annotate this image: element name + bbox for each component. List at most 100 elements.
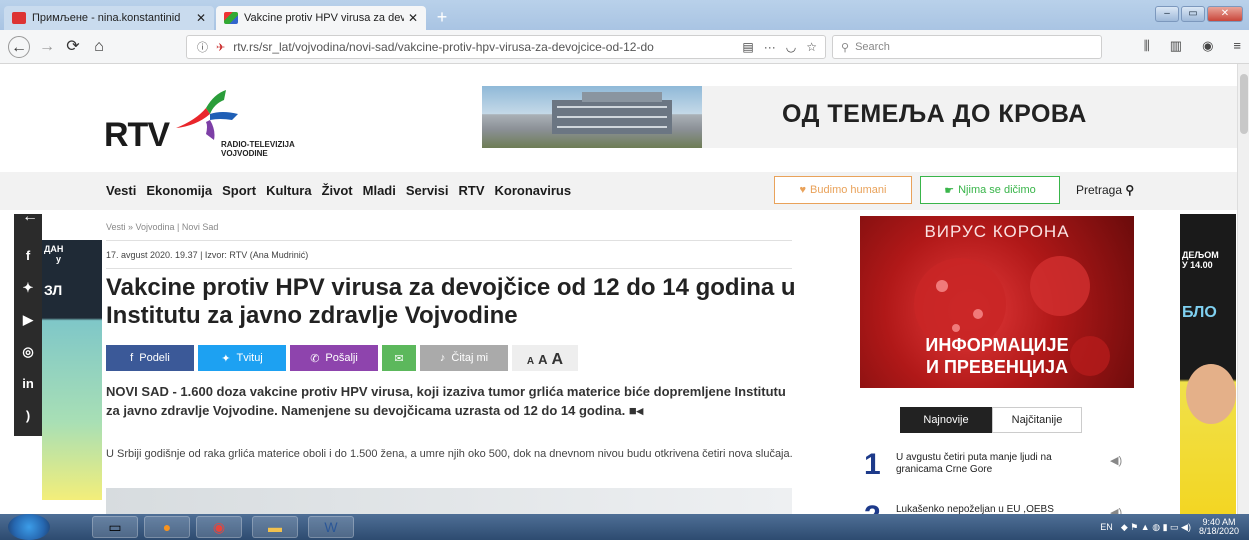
menu-item-ekonomija[interactable]: Ekonomija: [146, 183, 212, 198]
account-icon[interactable]: ◉: [1202, 38, 1213, 54]
menu-item-servisi[interactable]: Servisi: [406, 183, 449, 198]
read-aloud-button[interactable]: ♪ Čitaj mi: [420, 345, 508, 371]
menu-item-vesti[interactable]: Vesti: [106, 183, 136, 198]
tray-icons[interactable]: ◆ ⚑ ▲ ◍ ▮ ▭ ◀): [1121, 522, 1191, 533]
library-icon[interactable]: ⫼: [1144, 38, 1150, 54]
scrollbar-thumb[interactable]: [1240, 74, 1248, 134]
clock[interactable]: 9:40 AM 8/18/2020: [1199, 518, 1239, 536]
njima-se-dicimo-label: Njima se dičimo: [958, 184, 1036, 196]
main-menu: Vesti Ekonomija Sport Kultura Život Mlad…: [106, 183, 571, 198]
share-facebook-button[interactable]: f Podeli: [106, 345, 194, 371]
share-email-button[interactable]: ✉: [382, 345, 416, 371]
forward-icon[interactable]: →: [36, 36, 58, 58]
youtube-icon[interactable]: ▶: [14, 306, 42, 334]
menu-item-zivot[interactable]: Život: [322, 183, 353, 198]
article-lead-text: NOVI SAD - 1.600 doza vakcine protiv HPV…: [106, 384, 786, 418]
twitter-icon: ✦: [221, 352, 231, 365]
tab-inbox[interactable]: Примљене - nina.konstantinid ✕: [4, 6, 214, 30]
menu-item-kultura[interactable]: Kultura: [266, 183, 312, 198]
facebook-icon[interactable]: f: [14, 242, 42, 270]
clock-date: 8/18/2020: [1198, 526, 1239, 536]
back-arrow-icon[interactable]: ←: [22, 208, 38, 226]
news-title[interactable]: U avgustu četiri puta manje ljudi na gra…: [896, 452, 1086, 476]
banner-text: ОД ТЕМЕЉА ДО КРОВА: [782, 100, 1087, 128]
budimo-humani-label: Budimo humani: [810, 184, 887, 196]
rss-icon[interactable]: ): [14, 402, 42, 430]
tab-najnovije[interactable]: Najnovije: [900, 407, 992, 433]
file-explorer-icon[interactable]: ▭: [92, 516, 138, 538]
tab-article[interactable]: Vakcine protiv HPV virusa za dev ✕: [216, 6, 426, 30]
url-text[interactable]: rtv.rs/sr_lat/vojvodina/novi-sad/vakcine…: [233, 40, 703, 54]
maximize-icon[interactable]: ▭: [1181, 6, 1205, 22]
tab-najcitanije[interactable]: Najčitanije: [992, 407, 1082, 433]
share-viber-label: Pošalji: [325, 352, 358, 364]
njima-se-dicimo-button[interactable]: ☛ Njima se dičimo: [920, 176, 1060, 204]
home-icon[interactable]: ⌂: [88, 36, 110, 58]
tab-title: Vakcine protiv HPV virusa za dev: [244, 12, 404, 24]
menu-item-rtv[interactable]: RTV: [459, 183, 485, 198]
menu-item-koronavirus[interactable]: Koronavirus: [495, 183, 572, 198]
font-medium-button[interactable]: A: [538, 352, 547, 367]
menu-icon[interactable]: ≡: [1233, 38, 1241, 54]
sidebar-icon[interactable]: ▥: [1170, 38, 1182, 54]
back-icon[interactable]: ←: [8, 36, 30, 58]
instagram-icon[interactable]: ◎: [14, 338, 42, 366]
share-viber-button[interactable]: ✆ Pošalji: [290, 345, 378, 371]
presenter-image: [1186, 364, 1236, 424]
tab-close-icon[interactable]: ✕: [408, 11, 418, 25]
font-small-button[interactable]: A: [527, 356, 534, 367]
menu-item-mladi[interactable]: Mladi: [363, 183, 396, 198]
rtv-favicon-icon: [224, 12, 238, 24]
bookmark-star-icon[interactable]: ☆: [806, 40, 817, 54]
new-tab-icon[interactable]: +: [432, 8, 452, 26]
url-bar[interactable]: ⓘ ✈ rtv.rs/sr_lat/vojvodina/novi-sad/vak…: [186, 35, 826, 59]
chrome-icon[interactable]: ◉: [196, 516, 242, 538]
left-peek-text: у: [56, 254, 62, 264]
reader-view-icon[interactable]: ▤: [742, 40, 753, 54]
start-button-icon[interactable]: [8, 514, 50, 540]
folder-icon[interactable]: ▬: [252, 516, 298, 538]
window-close-icon[interactable]: ✕: [1207, 6, 1243, 22]
share-twitter-button[interactable]: ✦ Tvituj: [198, 345, 286, 371]
pretraga-button[interactable]: Pretraga ⚲: [1076, 183, 1134, 197]
speaker-icon[interactable]: ◀): [1110, 454, 1122, 467]
corona-info-banner[interactable]: ВИРУС КОРОНА ИНФОРМАЦИЈЕ И ПРЕВЕНЦИЈА: [860, 216, 1134, 388]
firefox-icon[interactable]: ●: [144, 516, 190, 538]
right-ad-peek[interactable]: ДЕЉОМ У 14.00 БЛО: [1180, 214, 1236, 514]
search-field[interactable]: ⚲ Search: [832, 35, 1102, 59]
page-scrollbar[interactable]: [1237, 64, 1249, 514]
site-favicon-icon: ✈: [216, 41, 226, 54]
info-icon[interactable]: ⓘ: [197, 39, 208, 55]
pretraga-label: Pretraga: [1076, 183, 1123, 197]
banner-building-image: [482, 86, 702, 148]
word-icon[interactable]: W: [308, 516, 354, 538]
mail-icon: [12, 12, 26, 24]
speaker-icon[interactable]: ◀): [1110, 506, 1122, 514]
ad-banner[interactable]: ОД ТЕМЕЉА ДО КРОВА: [482, 86, 1240, 148]
page-actions-icon[interactable]: ···: [764, 40, 776, 54]
budimo-humani-button[interactable]: ♥ Budimo humani: [774, 176, 912, 204]
linkedin-icon[interactable]: in: [14, 370, 42, 398]
search-icon: ⚲: [841, 41, 850, 54]
rtv-logo[interactable]: RTV RADIO-TELEVIZIJA VOJVODINE: [104, 90, 364, 162]
news-title[interactable]: Lukašenko nepoželjan u EU ,OEBS: [896, 504, 1086, 514]
tab-title: Примљене - nina.konstantinid: [32, 12, 181, 24]
tab-close-icon[interactable]: ✕: [196, 11, 206, 25]
left-peek-text: ДАН: [44, 244, 64, 254]
pocket-icon[interactable]: ◡: [786, 40, 796, 54]
hand-icon: ☛: [944, 184, 955, 197]
left-ad-peek[interactable]: ДАН у ЗЛ: [42, 240, 102, 500]
browser-toolbar: ← → ⟳ ⌂ ⓘ ✈ rtv.rs/sr_lat/vojvodina/novi…: [0, 30, 1249, 64]
reload-icon[interactable]: ⟳: [62, 36, 84, 58]
minimize-icon[interactable]: –: [1155, 6, 1179, 22]
twitter-icon[interactable]: ✦: [14, 274, 42, 302]
menu-item-sport[interactable]: Sport: [222, 183, 256, 198]
email-icon: ✉: [394, 352, 404, 365]
video-camera-icon[interactable]: ■◂: [629, 403, 643, 418]
article-photo[interactable]: [106, 488, 792, 514]
font-large-button[interactable]: A: [552, 351, 564, 369]
breadcrumb[interactable]: Vesti » Vojvodina | Novi Sad: [106, 222, 218, 232]
language-indicator[interactable]: EN: [1100, 522, 1113, 532]
page-content: RTV RADIO-TELEVIZIJA VOJVODINE ОД ТЕМЕЉА…: [0, 64, 1249, 514]
search-icon: ⚲: [1125, 183, 1135, 197]
